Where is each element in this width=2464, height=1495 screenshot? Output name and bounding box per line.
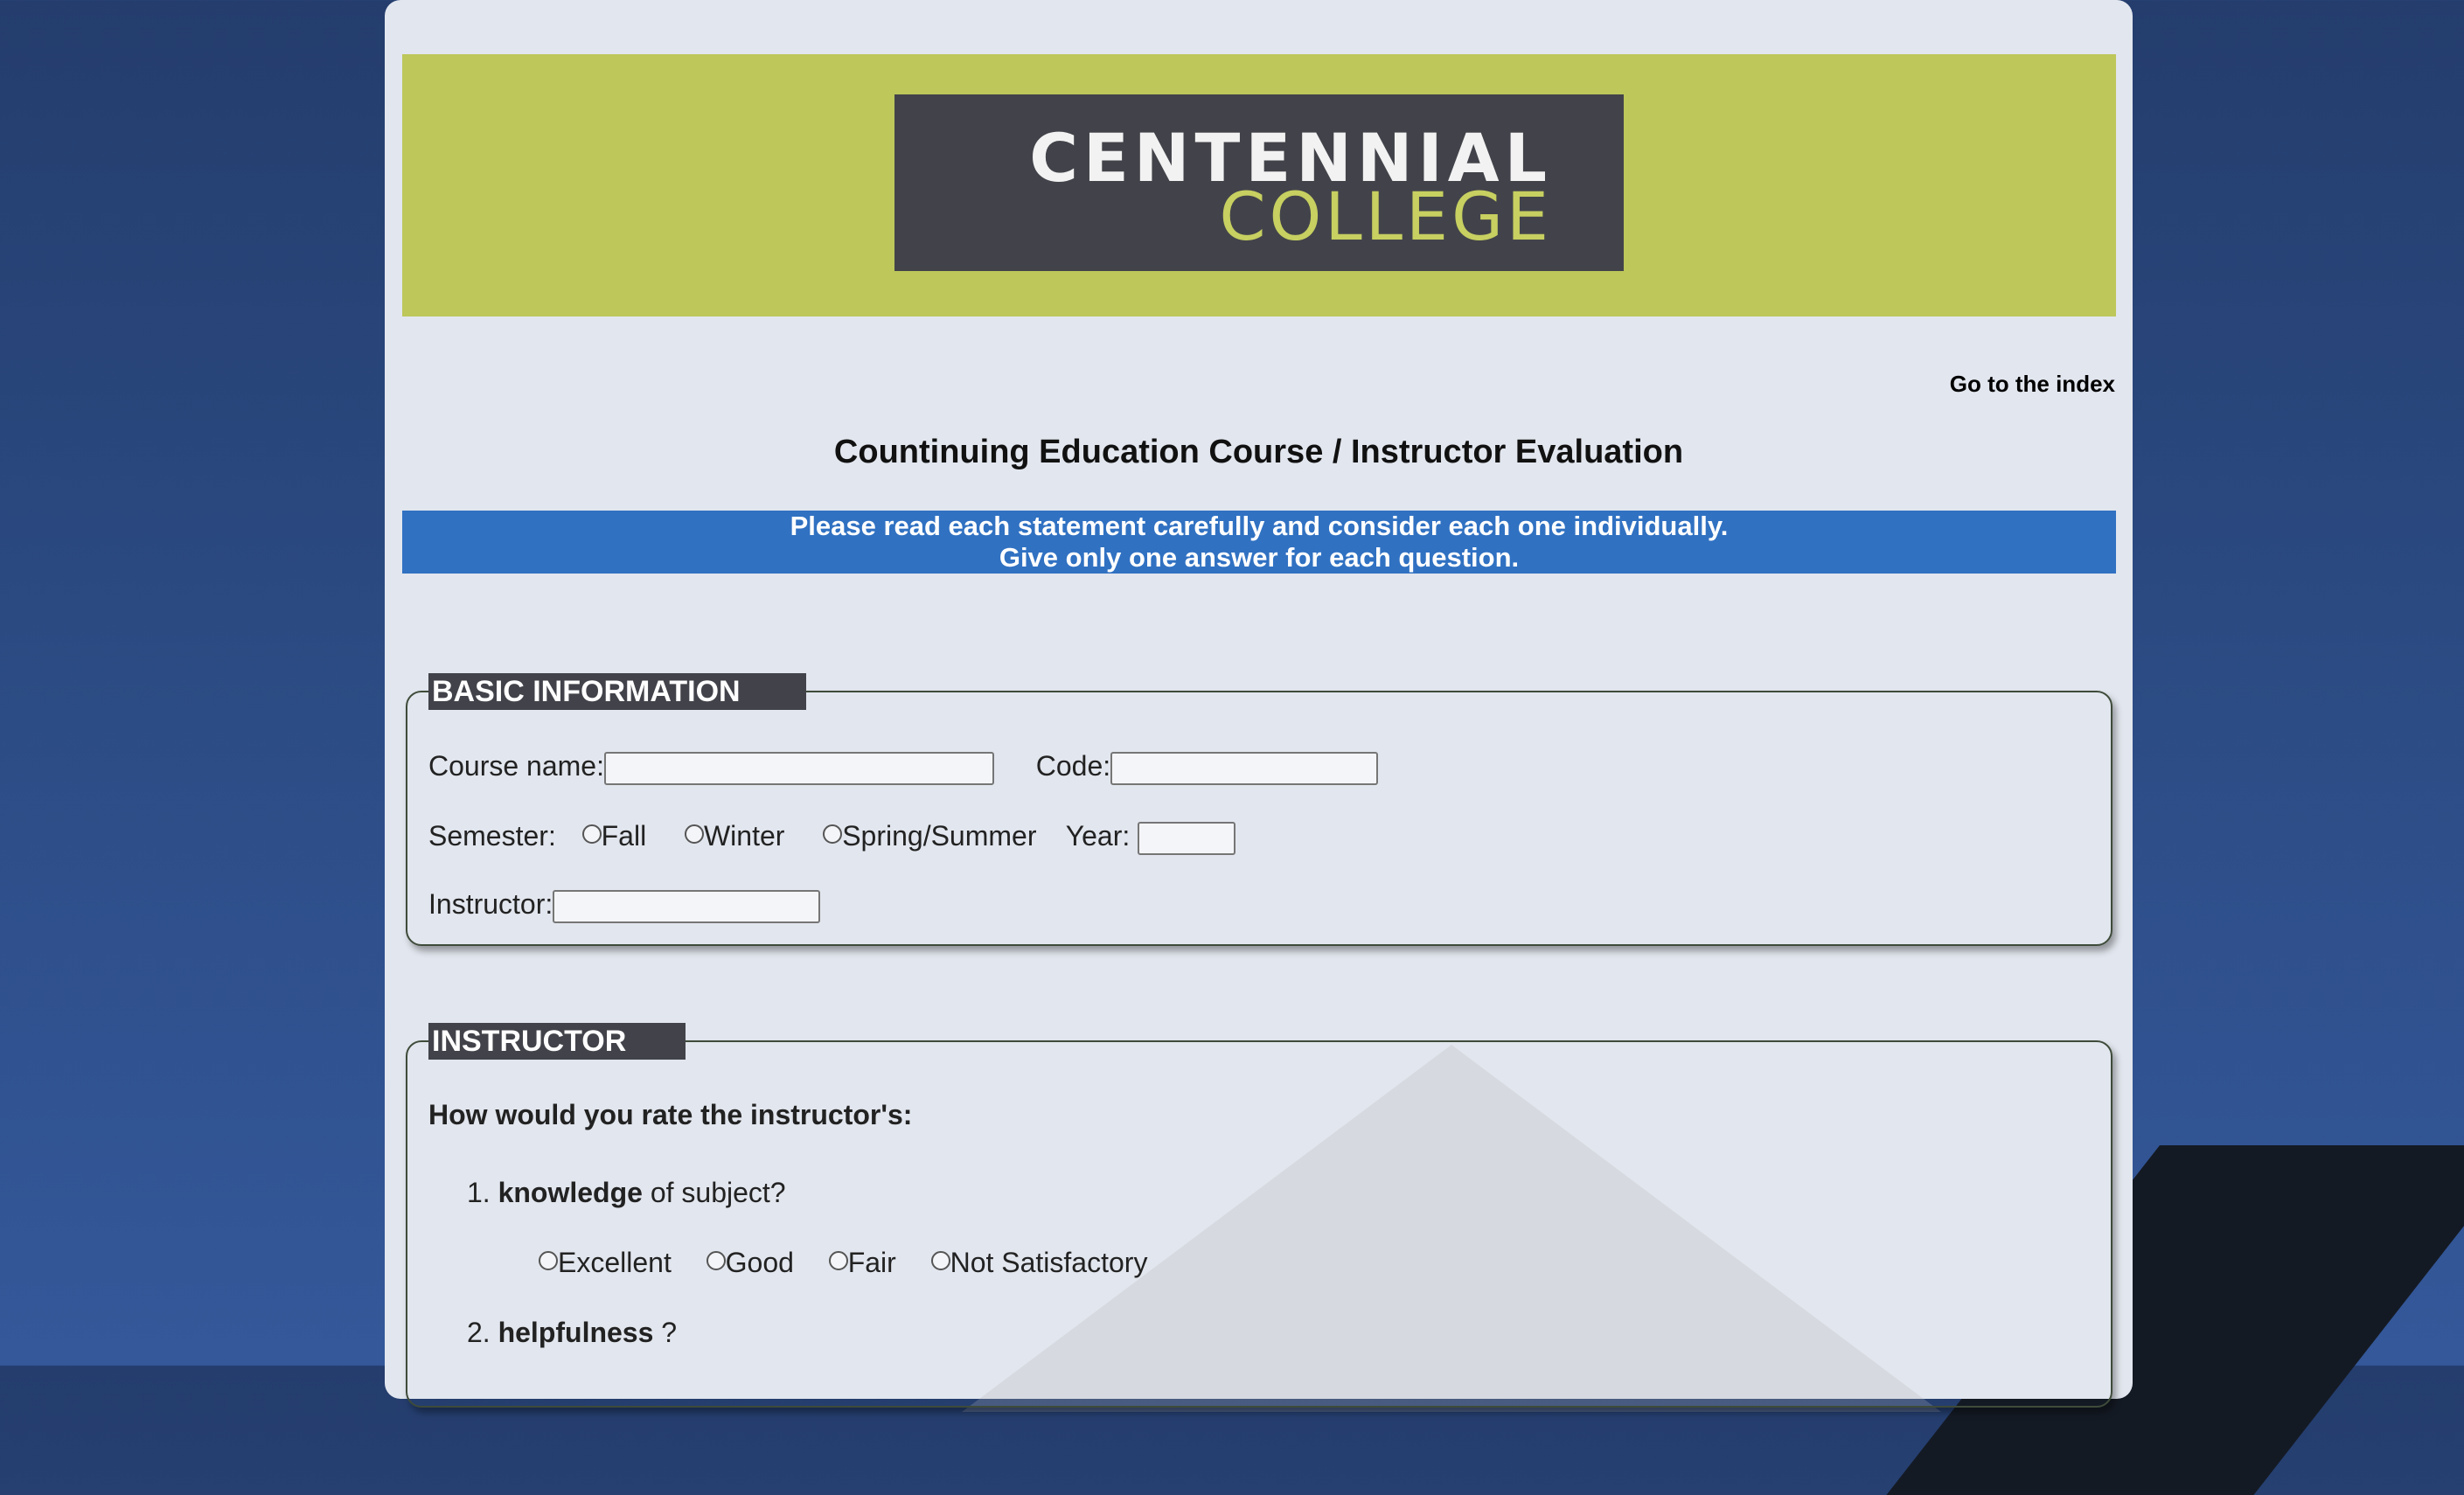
header-banner: CENTENNIAL COLLEGE: [402, 54, 2116, 316]
question-knowledge: 1. knowledge of subject?: [467, 1177, 786, 1208]
instructor-rating-prompt: How would you rate the instructor's:: [428, 1099, 913, 1130]
semester-winter-radio[interactable]: [684, 824, 704, 844]
course-name-label: Course name:: [428, 750, 604, 782]
form-page: CENTENNIAL COLLEGE Go to the index Count…: [385, 0, 2133, 1412]
knowledge-fair-radio[interactable]: [828, 1251, 848, 1270]
question-helpfulness: 2. helpfulness ?: [467, 1317, 678, 1348]
instructor-row: Instructor:: [428, 888, 821, 923]
semester-fall-radio[interactable]: [581, 824, 602, 844]
go-to-index-link[interactable]: Go to the index: [1950, 371, 2115, 398]
semester-row: Semester: Fall Winter Spring/Summer Year…: [428, 820, 1236, 855]
instructions-line-1: Please read each statement carefully and…: [790, 511, 1729, 541]
course-name-input[interactable]: [603, 751, 994, 785]
instructor-input[interactable]: [553, 889, 821, 923]
instructions-line-2: Give only one answer for each question.: [999, 542, 1520, 573]
year-input[interactable]: [1138, 821, 1236, 855]
knowledge-excellent-radio[interactable]: [539, 1251, 558, 1270]
year-label: Year:: [1065, 820, 1131, 852]
instructor-legend: INSTRUCTOR: [428, 1023, 686, 1060]
instructor-section: INSTRUCTOR How would you rate the instru…: [406, 1023, 2112, 1408]
instructor-label: Instructor:: [428, 888, 553, 920]
college-logo: CENTENNIAL COLLEGE: [894, 94, 1624, 271]
semester-spring-summer-label: Spring/Summer: [842, 820, 1037, 852]
knowledge-not-satisfactory-radio[interactable]: [930, 1251, 950, 1270]
code-input[interactable]: [1110, 751, 1379, 785]
code-label: Code:: [1035, 750, 1111, 782]
semester-label: Semester:: [428, 820, 556, 852]
knowledge-answers: Excellent Good Fair Not Satisfactory: [539, 1247, 1147, 1279]
basic-information-section: BASIC INFORMATION Course name: Code: Sem…: [406, 673, 2112, 946]
basic-information-legend: BASIC INFORMATION: [428, 673, 806, 710]
semester-winter-label: Winter: [703, 820, 785, 852]
knowledge-good-radio[interactable]: [706, 1251, 726, 1270]
semester-spring-summer-radio[interactable]: [823, 824, 843, 844]
instructions-notice: Please read each statement carefully and…: [402, 511, 2116, 574]
semester-fall-label: Fall: [601, 820, 647, 852]
page-title: Countinuing Education Course / Instructo…: [833, 434, 1684, 470]
course-row: Course name: Code:: [428, 750, 1379, 785]
